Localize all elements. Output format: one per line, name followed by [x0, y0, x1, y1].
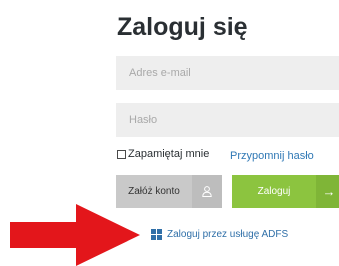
arrow-right-icon: →	[316, 175, 339, 208]
forgot-password-link[interactable]: Przypomnij hasło	[230, 150, 314, 162]
red-arrow-annotation	[10, 204, 140, 266]
page-title: Zaloguj się	[117, 13, 248, 41]
user-icon	[192, 175, 222, 208]
email-field[interactable]	[116, 56, 339, 90]
login-page: Zaloguj się Zapamiętaj mnie Przypomnij h…	[0, 0, 339, 266]
adfs-login-label: Zaloguj przez usługę ADFS	[167, 229, 289, 240]
windows-icon	[151, 229, 162, 240]
remember-me[interactable]: Zapamiętaj mnie	[117, 148, 209, 160]
login-button[interactable]: Zaloguj →	[232, 175, 339, 208]
password-field[interactable]	[116, 103, 339, 137]
remember-me-label: Zapamiętaj mnie	[128, 148, 210, 160]
remember-me-checkbox[interactable]	[117, 149, 126, 159]
adfs-login-link[interactable]: Zaloguj przez usługę ADFS	[151, 229, 288, 240]
login-button-label: Zaloguj	[257, 186, 291, 197]
